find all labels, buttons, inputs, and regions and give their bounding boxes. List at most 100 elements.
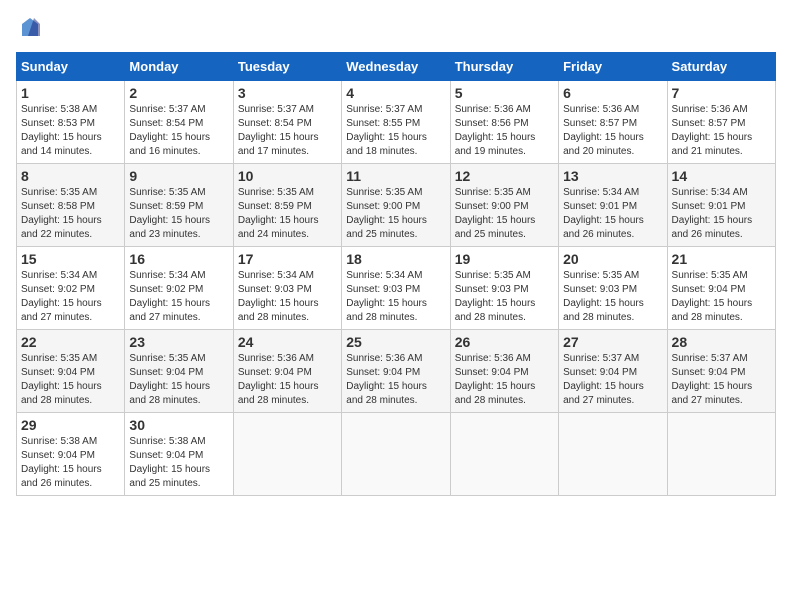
weekday-header-monday: Monday <box>125 53 233 81</box>
day-info: Sunrise: 5:35 AMSunset: 9:04 PMDaylight:… <box>21 352 120 408</box>
day-cell <box>233 413 341 496</box>
header <box>16 16 776 40</box>
day-cell: 21 Sunrise: 5:35 AMSunset: 9:04 PMDayligh… <box>667 247 775 330</box>
weekday-header-wednesday: Wednesday <box>342 53 450 81</box>
day-cell <box>342 413 450 496</box>
day-number: 5 <box>455 85 554 101</box>
day-info: Sunrise: 5:36 AMSunset: 8:56 PMDaylight:… <box>455 103 554 159</box>
day-number: 23 <box>129 334 228 350</box>
day-number: 6 <box>563 85 662 101</box>
day-info: Sunrise: 5:34 AMSunset: 9:02 PMDaylight:… <box>21 269 120 325</box>
day-cell <box>559 413 667 496</box>
day-number: 1 <box>21 85 120 101</box>
day-info: Sunrise: 5:35 AMSunset: 9:03 PMDaylight:… <box>455 269 554 325</box>
day-cell: 14Sunrise: 5:34 AMSunset: 9:01 PMDayligh… <box>667 164 775 247</box>
day-cell: 9 Sunrise: 5:35 AMSunset: 8:59 PMDaylight… <box>125 164 233 247</box>
day-number: 22 <box>21 334 120 350</box>
day-cell: 12Sunrise: 5:35 AMSunset: 9:00 PMDayligh… <box>450 164 558 247</box>
day-number: 4 <box>346 85 445 101</box>
day-info: Sunrise: 5:34 AMSunset: 9:02 PMDaylight:… <box>129 269 228 325</box>
day-cell: 4 Sunrise: 5:37 AMSunset: 8:55 PMDaylight… <box>342 81 450 164</box>
day-info: Sunrise: 5:35 AMSunset: 8:58 PMDaylight:… <box>21 186 120 242</box>
day-cell: 29 Sunrise: 5:38 AMSunset: 9:04 PMDayligh… <box>17 413 125 496</box>
logo-icon <box>18 16 42 40</box>
day-cell: 2 Sunrise: 5:37 AMSunset: 8:54 PMDaylight… <box>125 81 233 164</box>
week-row-5: 29 Sunrise: 5:38 AMSunset: 9:04 PMDayligh… <box>17 413 776 496</box>
week-row-3: 15 Sunrise: 5:34 AMSunset: 9:02 PMDayligh… <box>17 247 776 330</box>
day-info: Sunrise: 5:35 AMSunset: 8:59 PMDaylight:… <box>129 186 228 242</box>
weekday-header-saturday: Saturday <box>667 53 775 81</box>
weekday-header-row: SundayMondayTuesdayWednesdayThursdayFrid… <box>17 53 776 81</box>
day-number: 29 <box>21 417 120 433</box>
day-info: Sunrise: 5:34 AMSunset: 9:03 PMDaylight:… <box>238 269 337 325</box>
day-info: Sunrise: 5:38 AMSunset: 9:04 PMDaylight:… <box>21 435 120 491</box>
day-cell: 1 Sunrise: 5:38 AMSunset: 8:53 PMDaylight… <box>17 81 125 164</box>
day-number: 3 <box>238 85 337 101</box>
week-row-4: 22 Sunrise: 5:35 AMSunset: 9:04 PMDayligh… <box>17 330 776 413</box>
weekday-header-thursday: Thursday <box>450 53 558 81</box>
day-cell: 10 Sunrise: 5:35 AMSunset: 8:59 PMDayligh… <box>233 164 341 247</box>
day-cell: 18 Sunrise: 5:34 AMSunset: 9:03 PMDayligh… <box>342 247 450 330</box>
day-number: 28 <box>672 334 771 350</box>
day-cell: 16 Sunrise: 5:34 AMSunset: 9:02 PMDayligh… <box>125 247 233 330</box>
day-info: Sunrise: 5:36 AMSunset: 8:57 PMDaylight:… <box>563 103 662 159</box>
day-number: 21 <box>672 251 771 267</box>
day-info: Sunrise: 5:34 AMSunset: 9:01 PMDaylight:… <box>672 186 771 242</box>
day-info: Sunrise: 5:35 AMSunset: 9:04 PMDaylight:… <box>672 269 771 325</box>
day-cell: 3 Sunrise: 5:37 AMSunset: 8:54 PMDaylight… <box>233 81 341 164</box>
day-number: 20 <box>563 251 662 267</box>
calendar-table: SundayMondayTuesdayWednesdayThursdayFrid… <box>16 52 776 496</box>
day-number: 27 <box>563 334 662 350</box>
day-cell: 6 Sunrise: 5:36 AMSunset: 8:57 PMDaylight… <box>559 81 667 164</box>
day-cell: 15 Sunrise: 5:34 AMSunset: 9:02 PMDayligh… <box>17 247 125 330</box>
day-cell <box>667 413 775 496</box>
day-info: Sunrise: 5:37 AMSunset: 8:54 PMDaylight:… <box>129 103 228 159</box>
day-cell: 5 Sunrise: 5:36 AMSunset: 8:56 PMDaylight… <box>450 81 558 164</box>
day-number: 26 <box>455 334 554 350</box>
day-info: Sunrise: 5:37 AMSunset: 8:55 PMDaylight:… <box>346 103 445 159</box>
day-number: 18 <box>346 251 445 267</box>
day-info: Sunrise: 5:34 AMSunset: 9:01 PMDaylight:… <box>563 186 662 242</box>
day-cell <box>450 413 558 496</box>
day-number: 9 <box>129 168 228 184</box>
day-number: 2 <box>129 85 228 101</box>
day-cell: 11Sunrise: 5:35 AMSunset: 9:00 PMDayligh… <box>342 164 450 247</box>
weekday-header-sunday: Sunday <box>17 53 125 81</box>
day-cell: 19Sunrise: 5:35 AMSunset: 9:03 PMDayligh… <box>450 247 558 330</box>
day-number: 7 <box>672 85 771 101</box>
day-cell: 26 Sunrise: 5:36 AMSunset: 9:04 PMDayligh… <box>450 330 558 413</box>
day-number: 30 <box>129 417 228 433</box>
day-info: Sunrise: 5:36 AMSunset: 9:04 PMDaylight:… <box>238 352 337 408</box>
day-cell: 30 Sunrise: 5:38 AMSunset: 9:04 PMDayligh… <box>125 413 233 496</box>
day-info: Sunrise: 5:36 AMSunset: 8:57 PMDaylight:… <box>672 103 771 159</box>
day-number: 24 <box>238 334 337 350</box>
day-number: 25 <box>346 334 445 350</box>
day-info: Sunrise: 5:35 AMSunset: 9:04 PMDaylight:… <box>129 352 228 408</box>
day-number: 16 <box>129 251 228 267</box>
day-info: Sunrise: 5:38 AMSunset: 8:53 PMDaylight:… <box>21 103 120 159</box>
day-info: Sunrise: 5:38 AMSunset: 9:04 PMDaylight:… <box>129 435 228 491</box>
day-info: Sunrise: 5:35 AMSunset: 8:59 PMDaylight:… <box>238 186 337 242</box>
day-cell: 17 Sunrise: 5:34 AMSunset: 9:03 PMDayligh… <box>233 247 341 330</box>
weekday-header-friday: Friday <box>559 53 667 81</box>
day-cell: 7 Sunrise: 5:36 AMSunset: 8:57 PMDaylight… <box>667 81 775 164</box>
day-number: 10 <box>238 168 337 184</box>
day-info: Sunrise: 5:37 AMSunset: 8:54 PMDaylight:… <box>238 103 337 159</box>
day-info: Sunrise: 5:35 AMSunset: 9:03 PMDaylight:… <box>563 269 662 325</box>
day-cell: 20 Sunrise: 5:35 AMSunset: 9:03 PMDayligh… <box>559 247 667 330</box>
day-number: 15 <box>21 251 120 267</box>
day-cell: 22 Sunrise: 5:35 AMSunset: 9:04 PMDayligh… <box>17 330 125 413</box>
day-cell: 25Sunrise: 5:36 AMSunset: 9:04 PMDayligh… <box>342 330 450 413</box>
day-number: 8 <box>21 168 120 184</box>
day-info: Sunrise: 5:35 AMSunset: 9:00 PMDaylight:… <box>455 186 554 242</box>
day-number: 11 <box>346 168 445 184</box>
day-cell: 27 Sunrise: 5:37 AMSunset: 9:04 PMDayligh… <box>559 330 667 413</box>
day-info: Sunrise: 5:34 AMSunset: 9:03 PMDaylight:… <box>346 269 445 325</box>
day-cell: 8 Sunrise: 5:35 AMSunset: 8:58 PMDaylight… <box>17 164 125 247</box>
day-cell: 28Sunrise: 5:37 AMSunset: 9:04 PMDayligh… <box>667 330 775 413</box>
day-cell: 23 Sunrise: 5:35 AMSunset: 9:04 PMDayligh… <box>125 330 233 413</box>
day-info: Sunrise: 5:37 AMSunset: 9:04 PMDaylight:… <box>563 352 662 408</box>
day-number: 17 <box>238 251 337 267</box>
day-info: Sunrise: 5:36 AMSunset: 9:04 PMDaylight:… <box>455 352 554 408</box>
day-cell: 13Sunrise: 5:34 AMSunset: 9:01 PMDayligh… <box>559 164 667 247</box>
